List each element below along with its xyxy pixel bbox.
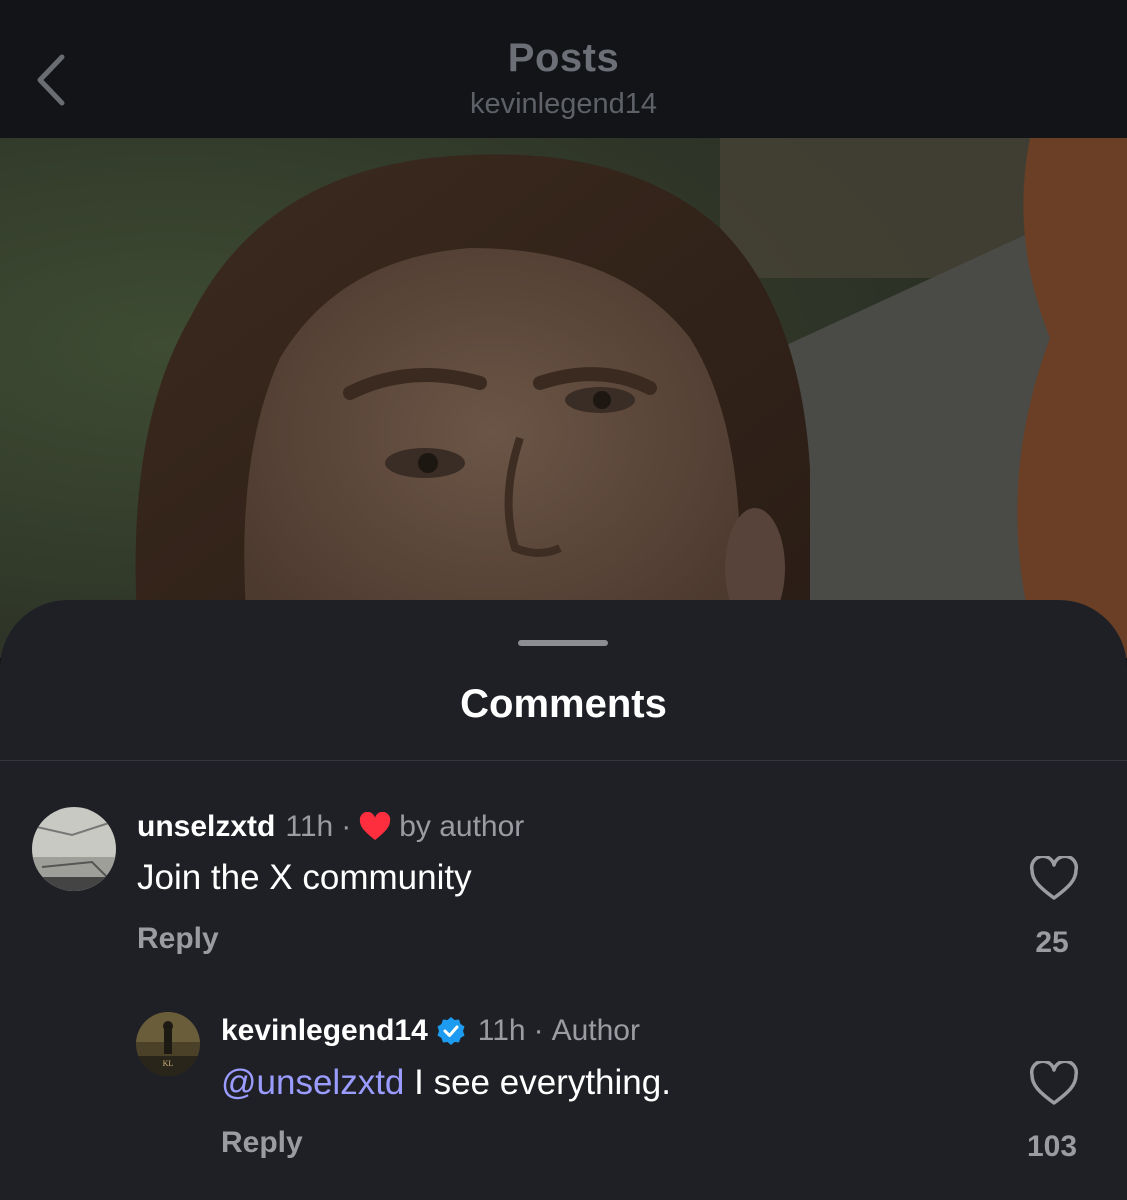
like-count: 25 <box>1035 926 1069 959</box>
comments-sheet: Comments unselzxtd 11h · by author Join … <box>0 600 1127 1200</box>
comment-meta: unselzxtd 11h · by author <box>137 810 524 844</box>
top-navigation-bar: Posts kevinlegend14 <box>0 0 1127 138</box>
comments-title: Comments <box>460 682 667 726</box>
comment-text-body: I see everything. <box>404 1063 671 1102</box>
svg-text:KL: KL <box>163 1059 174 1068</box>
heart-outline-icon <box>1029 1059 1079 1105</box>
reply-button[interactable]: Reply <box>137 922 219 956</box>
avatar[interactable]: KL <box>136 1012 200 1076</box>
comment-text: Join the X community <box>137 858 472 897</box>
comment-text: @unselzxtd I see everything. <box>221 1063 671 1103</box>
separator-dot: · <box>341 810 352 843</box>
comment-username[interactable]: kevinlegend14 <box>221 1014 428 1048</box>
comment-username[interactable]: unselzxtd <box>137 810 275 844</box>
reply-button[interactable]: Reply <box>221 1126 303 1160</box>
divider <box>0 760 1127 761</box>
page-title: Posts <box>507 36 620 80</box>
mention-link[interactable]: @unselzxtd <box>221 1063 404 1102</box>
comment-meta: kevinlegend14 11h · Author <box>221 1014 640 1048</box>
liked-by-author-label: by author <box>399 810 525 843</box>
author-role-label: Author <box>551 1014 640 1047</box>
comment-time: 11h <box>285 810 334 843</box>
screen: Posts kevinlegend14 Comments unselzxtd 1… <box>0 0 1127 1200</box>
verified-badge-icon <box>437 1017 465 1045</box>
avatar[interactable] <box>32 807 116 891</box>
separator-dot: · <box>533 1014 544 1047</box>
page-subtitle-username[interactable]: kevinlegend14 <box>0 88 1127 121</box>
post-image[interactable] <box>0 138 1127 658</box>
like-button[interactable] <box>1029 1059 1079 1107</box>
like-button[interactable] <box>1029 854 1079 902</box>
heart-filled-icon <box>360 812 391 840</box>
comment-time: 11h <box>477 1014 526 1047</box>
like-count: 103 <box>1026 1130 1078 1163</box>
heart-outline-icon <box>1029 854 1079 900</box>
sheet-grabber-handle[interactable] <box>518 640 608 646</box>
